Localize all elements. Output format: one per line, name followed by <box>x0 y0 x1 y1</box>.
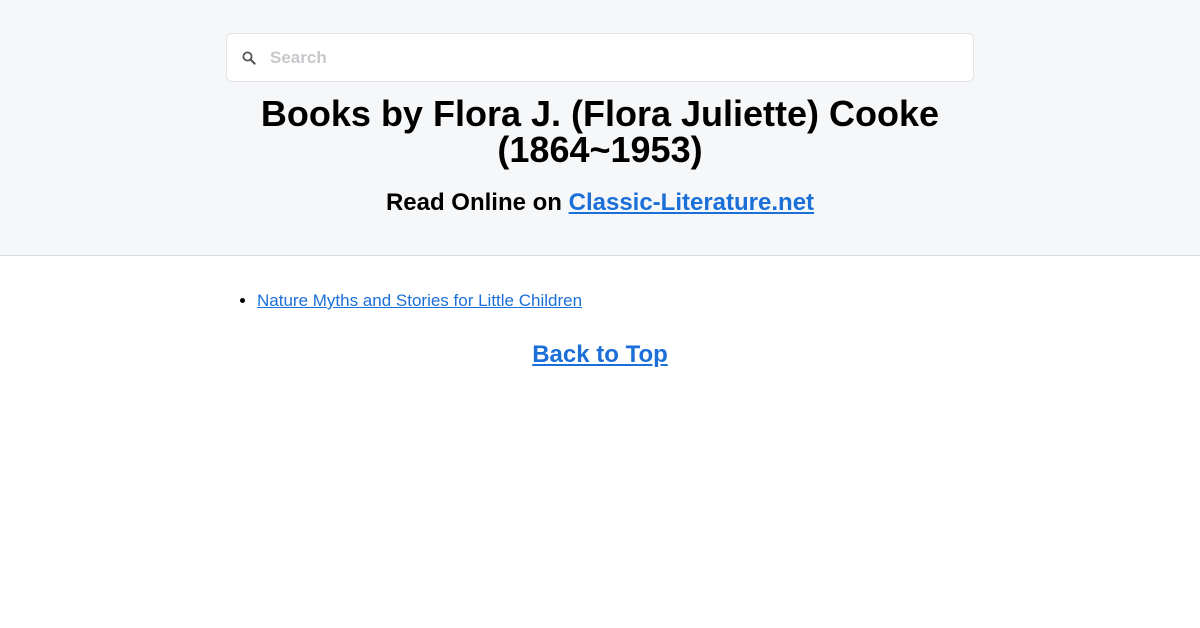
book-link[interactable]: Nature Myths and Stories for Little Chil… <box>257 291 582 310</box>
search-input[interactable] <box>270 34 973 81</box>
page-title: Books by Flora J. (Flora Juliette) Cooke… <box>0 96 1200 168</box>
site-link[interactable]: Classic-Literature.net <box>569 189 814 216</box>
back-to-top-link[interactable]: Back to Top <box>532 341 668 368</box>
book-list: Nature Myths and Stories for Little Chil… <box>257 290 582 312</box>
page-header: Books by Flora J. (Flora Juliette) Cooke… <box>0 0 1200 256</box>
search-box[interactable] <box>226 33 974 82</box>
list-item: Nature Myths and Stories for Little Chil… <box>257 290 582 312</box>
subtitle: Read Online on Classic-Literature.net <box>0 188 1200 218</box>
search-icon <box>240 49 258 67</box>
page-title-line2: (1864~1953) <box>497 129 703 170</box>
back-to-top: Back to Top <box>0 340 1200 370</box>
page-title-line1: Books by Flora J. (Flora Juliette) Cooke <box>260 93 940 134</box>
subtitle-prefix: Read Online on <box>385 189 569 216</box>
